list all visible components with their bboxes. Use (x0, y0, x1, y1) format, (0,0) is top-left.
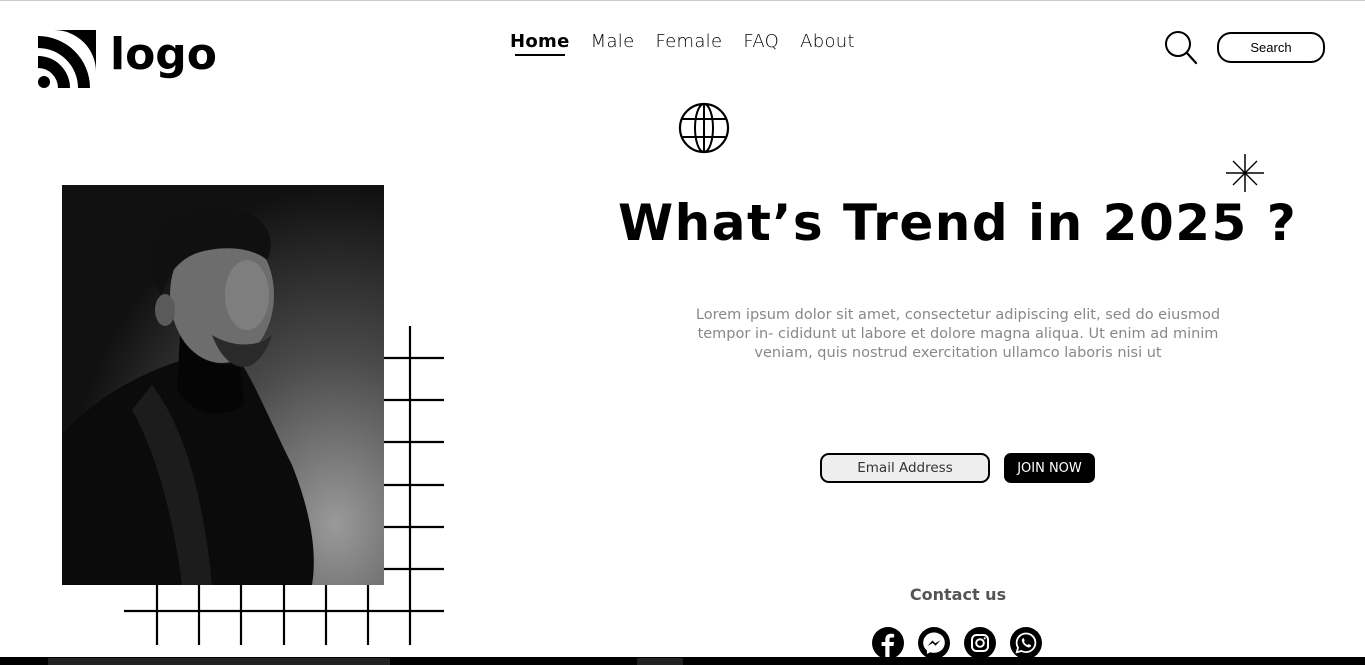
bottom-strip (0, 657, 1365, 665)
hero-headline: What’s Trend in 2025 ? (618, 194, 1298, 252)
bottom-strip-segment (48, 658, 390, 665)
whatsapp-icon[interactable] (1010, 627, 1042, 659)
contact-heading: Contact us (909, 585, 1007, 604)
join-now-button[interactable]: JOIN NOW (1004, 453, 1095, 483)
nav-male[interactable]: Male (591, 31, 635, 52)
globe-icon (678, 102, 730, 154)
sparkle-icon (1226, 154, 1264, 192)
facebook-icon[interactable] (872, 627, 904, 659)
messenger-icon[interactable] (918, 627, 950, 659)
hero-description-line: tempor in- cididunt ut labore et dolore … (697, 326, 1219, 342)
instagram-icon[interactable] (964, 627, 996, 659)
bottom-strip-segment (637, 658, 683, 665)
model-photo (62, 185, 384, 585)
hero-description-line: Lorem ipsum dolor sit amet, consectetur … (695, 307, 1221, 323)
nav-home[interactable]: Home (510, 31, 570, 56)
nav-about[interactable]: About (800, 31, 855, 52)
nav-faq[interactable]: FAQ (743, 31, 779, 52)
main-nav: Home Male Female FAQ About (510, 31, 876, 56)
email-field[interactable] (820, 453, 990, 483)
nav-female[interactable]: Female (655, 31, 722, 52)
search-button[interactable]: Search (1217, 32, 1325, 63)
search-icon[interactable] (1163, 29, 1199, 67)
hero-description-line: veniam, quis nostrud exercitation ullamc… (754, 345, 1162, 361)
hero-description: Lorem ipsum dolor sit amet, consectetur … (660, 306, 1256, 363)
